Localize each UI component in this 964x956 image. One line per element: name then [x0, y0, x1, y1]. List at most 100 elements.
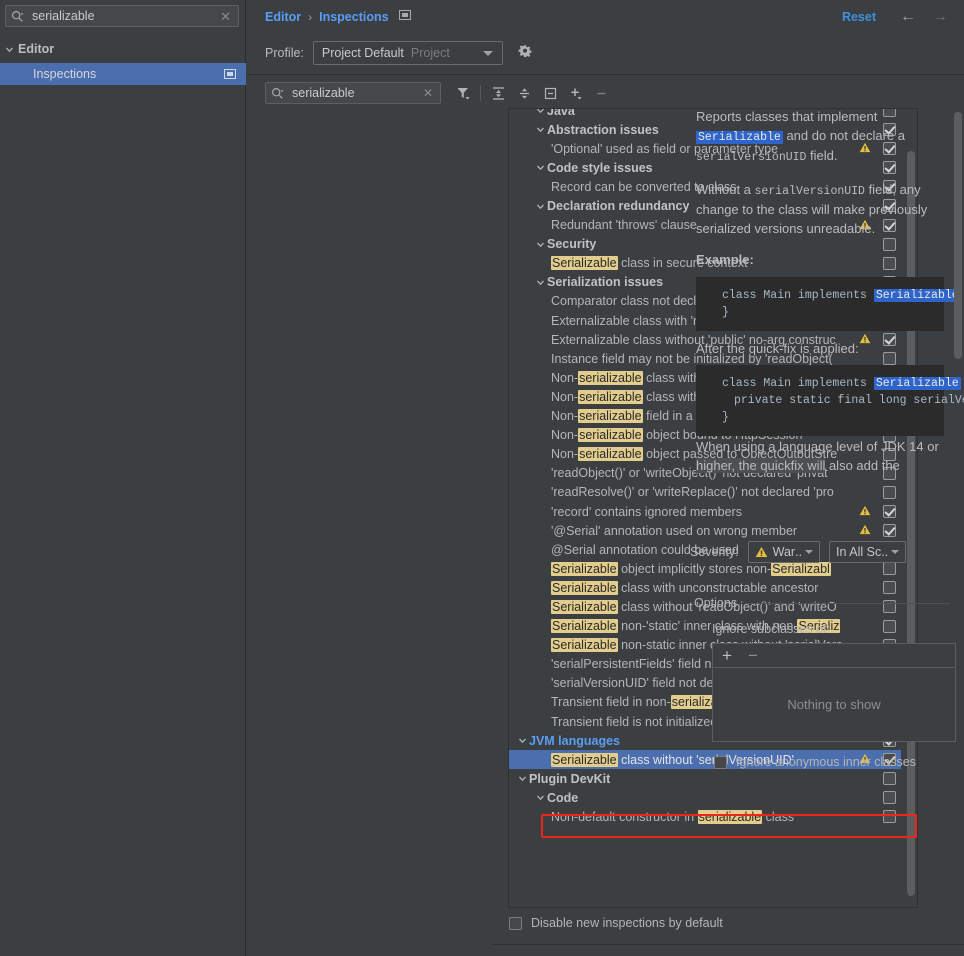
search-match-highlight: serializable: [578, 370, 643, 385]
options-section-header: Options: [694, 596, 956, 610]
description-paragraph-1: Reports classes that implement Serializa…: [696, 108, 948, 168]
severity-label: Severity:: [690, 545, 739, 559]
tree-inspection-row[interactable]: Non-default constructor in serializable …: [509, 807, 901, 826]
chevron-down-icon: [805, 550, 814, 554]
clear-icon[interactable]: ✕: [423, 87, 433, 99]
sidebar-search-box[interactable]: serializable ✕: [5, 5, 239, 27]
sidebar-item-editor-label: Editor: [18, 42, 55, 56]
collapse-all-icon[interactable]: [511, 81, 537, 105]
afterfix-code-line-1: class Main implements Serializable {: [696, 375, 961, 392]
remove-icon: [589, 81, 615, 105]
search-match-highlight: serializable: [578, 447, 643, 462]
search-match-highlight: serializable: [697, 810, 763, 825]
checkbox-box: [714, 755, 727, 769]
scope-select[interactable]: In All Sc ..: [829, 541, 907, 563]
ignore-subclasses-toolbar: + −: [713, 644, 955, 668]
desc-p1-b: and do not declare a: [782, 127, 905, 143]
chevron-down-icon[interactable]: [533, 125, 547, 134]
tree-row-label: JVM languages: [529, 733, 620, 748]
chevron-down-icon[interactable]: [533, 240, 547, 249]
clear-icon[interactable]: ✕: [220, 10, 231, 23]
tree-row-checkbox[interactable]: [883, 581, 896, 595]
chevron-down-icon[interactable]: [533, 202, 547, 211]
remove-icon: −: [747, 646, 758, 665]
tree-row-label: Declaration redundancy: [547, 199, 690, 214]
warning-icon: [755, 546, 768, 558]
chevron-down-icon[interactable]: [533, 163, 547, 172]
tree-row-label: Non-default constructor in serializable …: [551, 810, 795, 825]
expand-all-icon[interactable]: [485, 81, 511, 105]
tree-row-checkbox[interactable]: [883, 810, 896, 824]
profile-select[interactable]: Project Default Project: [312, 41, 503, 65]
afterfix-code-line-2: private static final long serialVersi: [734, 394, 964, 407]
tree-row-label: Code style issues: [547, 160, 653, 175]
scope-value: In All Sc: [836, 545, 882, 559]
search-match-highlight: serializable: [578, 389, 643, 404]
add-icon[interactable]: +: [722, 647, 732, 664]
description-afterfix-label: After the quick-fix is applied:: [696, 340, 859, 356]
inspection-filter-toolbar: serializable ✕: [246, 80, 964, 106]
filter-icon[interactable]: [450, 81, 476, 105]
inspection-search-input[interactable]: serializable ✕: [265, 82, 441, 104]
tree-group-row[interactable]: Code: [509, 788, 901, 807]
tree-row-label: Serialization issues: [547, 275, 664, 290]
settings-page-icon: [398, 9, 411, 24]
profile-select-value: Project Default: [321, 46, 404, 60]
disable-new-inspections-checkbox[interactable]: Disable new inspections by default: [509, 916, 723, 930]
breadcrumb-editor[interactable]: Editor: [265, 10, 301, 24]
add-icon[interactable]: [563, 81, 589, 105]
chevron-down-icon[interactable]: [533, 109, 547, 115]
chevron-down-icon[interactable]: [533, 278, 547, 287]
desc-p1-code2: serialVersionUID: [696, 151, 807, 164]
example-code-pre: class Main implements: [722, 288, 874, 302]
desc-p1-a: Reports classes that implement: [696, 109, 878, 124]
inspection-search-value: serializable: [292, 86, 355, 100]
search-icon: [271, 87, 284, 100]
search-match-highlight: Serializable: [551, 619, 618, 634]
tree-row-label: Redundant 'throws' clause: [551, 218, 697, 233]
settings-sidebar: serializable ✕ Editor Inspections: [0, 0, 246, 956]
severity-ellipsis: ..: [795, 545, 803, 559]
footer-divider: [492, 944, 964, 945]
tree-row-label: Plugin DevKit: [529, 771, 611, 786]
search-match-highlight: Serializable: [551, 561, 618, 576]
severity-select[interactable]: War ..: [747, 541, 821, 563]
chevron-down-icon: [891, 550, 900, 554]
chevron-down-icon[interactable]: [515, 774, 529, 783]
profile-row: Profile: Project Default Project: [246, 33, 964, 73]
desc-p2-code: serialVersionUID: [754, 184, 865, 198]
afterfix-token: Serializable: [873, 377, 961, 390]
severity-value: War: [772, 545, 796, 559]
tree-row-label: Serializable class with unconstructable …: [551, 580, 819, 595]
tree-row-label: Code: [547, 790, 579, 805]
ignore-subclasses-list[interactable]: + − Nothing to show: [712, 643, 956, 742]
tree-inspection-row[interactable]: Serializable class with unconstructable …: [509, 578, 901, 597]
tree-group-row[interactable]: Plugin DevKit: [509, 769, 901, 788]
tree-row-checkbox[interactable]: [883, 562, 896, 576]
description-example-label: Example:: [696, 252, 754, 267]
description-scrollbar-thumb[interactable]: [954, 112, 962, 359]
chevron-down-icon[interactable]: [515, 736, 529, 745]
breadcrumb-inspections[interactable]: Inspections: [319, 10, 388, 24]
search-match-highlight: Serializable: [551, 256, 618, 271]
tree-row-checkbox[interactable]: [883, 772, 896, 786]
example-code-line-1: class Main implements Serializable {: [696, 287, 961, 304]
tree-row-checkbox[interactable]: [883, 619, 896, 633]
sidebar-item-inspections[interactable]: Inspections: [0, 63, 246, 85]
forward-arrow-icon[interactable]: →: [932, 8, 948, 26]
description-trailing: When using a language level of JDK 14 or…: [696, 438, 948, 475]
ignore-anonymous-inner-classes-checkbox[interactable]: Ignore anonymous inner classes: [714, 755, 916, 769]
afterfix-code-block: class Main implements Serializable { pri…: [696, 365, 964, 436]
desc-p2-a: Without a: [696, 181, 755, 197]
sidebar-item-editor[interactable]: Editor: [0, 38, 246, 60]
tree-inspection-row[interactable]: Serializable non-'static' inner class wi…: [509, 617, 901, 636]
chevron-down-icon[interactable]: [533, 793, 547, 802]
tree-row-label: Serializable object implicitly stores no…: [551, 561, 831, 576]
reset-button[interactable]: Reset: [842, 10, 876, 24]
desc-p1-c: field.: [806, 148, 838, 163]
search-match-highlight: Serializable: [551, 752, 618, 767]
gear-icon[interactable]: [517, 44, 533, 63]
group-box-icon[interactable]: [537, 81, 563, 105]
back-arrow-icon[interactable]: ←: [900, 8, 916, 26]
tree-row-checkbox[interactable]: [883, 791, 896, 805]
